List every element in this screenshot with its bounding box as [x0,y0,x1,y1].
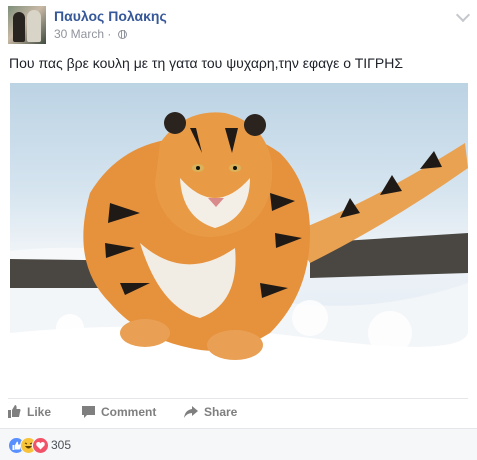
share-label: Share [204,405,238,419]
share-arrow-icon [184,406,198,421]
meta-separator: · [107,27,112,41]
thumbs-up-icon [8,405,21,421]
post-text: Που πας βρε κουλη με τη γατα του ψυχαρη,… [9,55,403,71]
facebook-post: Παυλος Πολακης 30 March · Που πας βρε κο… [0,0,477,460]
comment-button[interactable]: Comment [82,405,156,421]
author-name[interactable]: Παυλος Πολακης [54,8,167,24]
comment-icon [82,406,95,421]
share-button[interactable]: Share [184,405,237,421]
reaction-icons [8,437,54,454]
like-label: Like [27,405,52,419]
post-meta: 30 March · [54,27,127,41]
globe-icon [117,30,127,39]
reaction-count[interactable]: 305 [51,438,71,452]
post-header: Παυλος Πολακης 30 March · [8,6,471,46]
author-avatar[interactable] [8,6,46,44]
tiger-image [10,112,468,386]
love-reaction-icon [32,437,49,454]
comment-label: Comment [101,405,157,419]
chevron-down-icon[interactable] [455,7,471,23]
post-actions: Like Comment Share [8,398,468,425]
post-date[interactable]: 30 March [54,27,104,41]
reactions-bar[interactable]: 305 [0,428,477,460]
like-button[interactable]: Like [8,405,51,421]
post-image[interactable] [10,83,468,386]
